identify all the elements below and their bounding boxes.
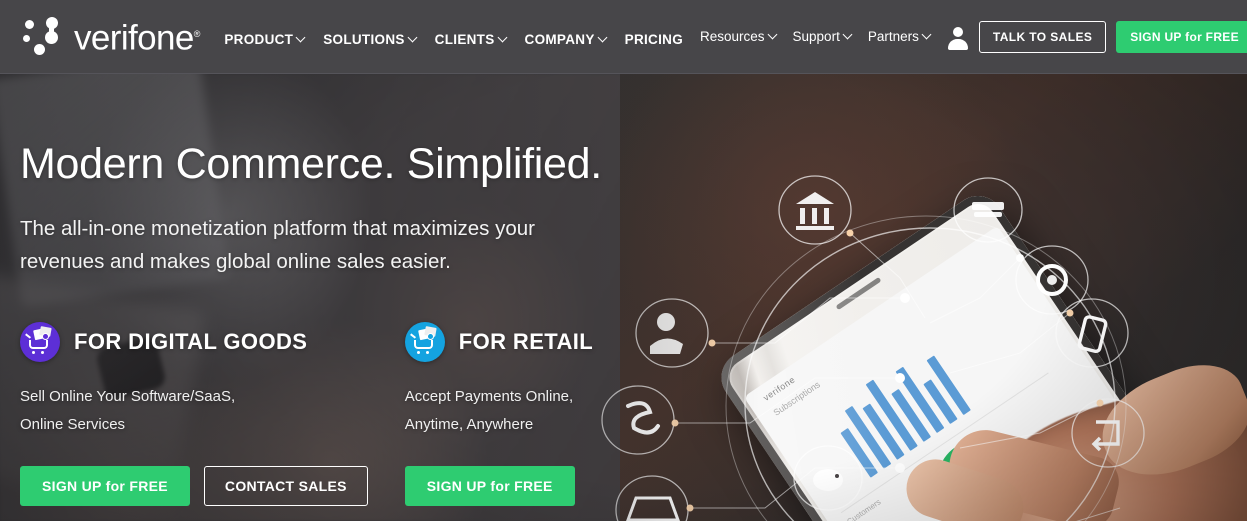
nav-item-partners[interactable]: Partners <box>860 21 939 52</box>
header-signup-free-button[interactable]: SIGN UP for FREE <box>1116 20 1247 53</box>
hero-column-retail: FOR RETAIL Accept Payments Online, Anyti… <box>404 322 660 506</box>
nav-label: PRICING <box>624 32 683 47</box>
hero-column-digital-goods: FOR DIGITAL GOODS Sell Online Your Softw… <box>20 322 405 506</box>
chevron-down-icon <box>599 34 607 42</box>
column-title: FOR RETAIL <box>458 329 594 354</box>
talk-to-sales-button[interactable]: TALK TO SALES <box>978 20 1107 53</box>
column-description-line2: Online Services <box>20 416 126 433</box>
shopping-cart-retail-icon <box>404 322 445 362</box>
column-description-line2: Anytime, Anywhere <box>404 416 534 433</box>
column-buttons: SIGN UP for FREE CONTACT SALES <box>20 466 405 506</box>
hero-headline: Modern Commerce. Simplified. <box>20 140 602 188</box>
signup-free-button-retail[interactable]: SIGN UP for FREE <box>404 466 575 506</box>
chevron-down-icon <box>923 31 931 39</box>
nav-item-product[interactable]: PRODUCT <box>215 24 314 55</box>
shopping-cart-digital-goods-icon <box>20 322 60 362</box>
chevron-down-icon <box>499 34 507 42</box>
nav-item-company[interactable]: COMPANY <box>516 24 616 55</box>
nav-label: SOLUTIONS <box>323 32 405 47</box>
user-account-icon[interactable] <box>945 24 971 50</box>
nav-label: Resources <box>700 29 765 44</box>
brand-wordmark-text: verifone <box>74 18 194 58</box>
brand-logo[interactable]: 2Checkout is now verifone® <box>22 16 200 58</box>
nav-item-pricing[interactable]: PRICING <box>616 24 692 55</box>
nav-label: PRODUCT <box>224 32 294 47</box>
nav-label: COMPANY <box>524 32 595 47</box>
brand-text: 2Checkout is now verifone® <box>74 16 200 58</box>
verifone-homepage-hero: verifone Subscriptions Customers 90 ● Re… <box>0 0 1247 521</box>
nav-item-support[interactable]: Support <box>785 21 860 52</box>
column-header: FOR RETAIL <box>404 322 660 362</box>
chevron-down-icon <box>844 31 852 39</box>
column-description: Accept Payments Online, Anytime, Anywher… <box>405 383 660 439</box>
column-title: FOR DIGITAL GOODS <box>74 329 308 354</box>
column-description-line1: Sell Online Your Software/SaaS, <box>20 388 236 405</box>
nav-item-solutions[interactable]: SOLUTIONS <box>314 24 425 55</box>
main-navigation: PRODUCT SOLUTIONS CLIENTS COMPANY PRICIN… <box>215 18 692 55</box>
brand-wordmark: verifone® <box>74 16 200 57</box>
hero-columns: FOR DIGITAL GOODS Sell Online Your Softw… <box>20 322 660 506</box>
column-buttons: SIGN UP for FREE <box>404 466 660 506</box>
cart-glyph <box>24 326 53 355</box>
site-header: 2Checkout is now verifone® PRODUCT SOLUT… <box>0 0 1247 74</box>
nav-label: Partners <box>867 29 919 44</box>
hero-subheadline: The all-in-one monetization platform tha… <box>20 217 535 273</box>
column-header: FOR DIGITAL GOODS <box>20 322 405 362</box>
column-description: Sell Online Your Software/SaaS, Online S… <box>20 383 405 439</box>
nav-label: Support <box>792 29 840 44</box>
chevron-down-icon <box>409 34 417 42</box>
cart-glyph <box>409 326 438 355</box>
chevron-down-icon <box>297 34 305 42</box>
chevron-down-icon <box>769 31 777 39</box>
utility-navigation: Resources Support Partners TALK TO SALES… <box>692 20 1247 53</box>
nav-label: CLIENTS <box>434 32 495 47</box>
column-description-line1: Accept Payments Online, <box>404 388 574 405</box>
hero-content: Modern Commerce. Simplified. The all-in-… <box>0 74 700 521</box>
verifone-dots-logo-icon <box>22 16 70 58</box>
signup-free-button-digital[interactable]: SIGN UP for FREE <box>20 466 190 506</box>
contact-sales-button[interactable]: CONTACT SALES <box>203 466 368 506</box>
nav-item-clients[interactable]: CLIENTS <box>426 24 516 55</box>
registered-mark: ® <box>193 28 201 39</box>
nav-item-resources[interactable]: Resources <box>692 21 785 52</box>
